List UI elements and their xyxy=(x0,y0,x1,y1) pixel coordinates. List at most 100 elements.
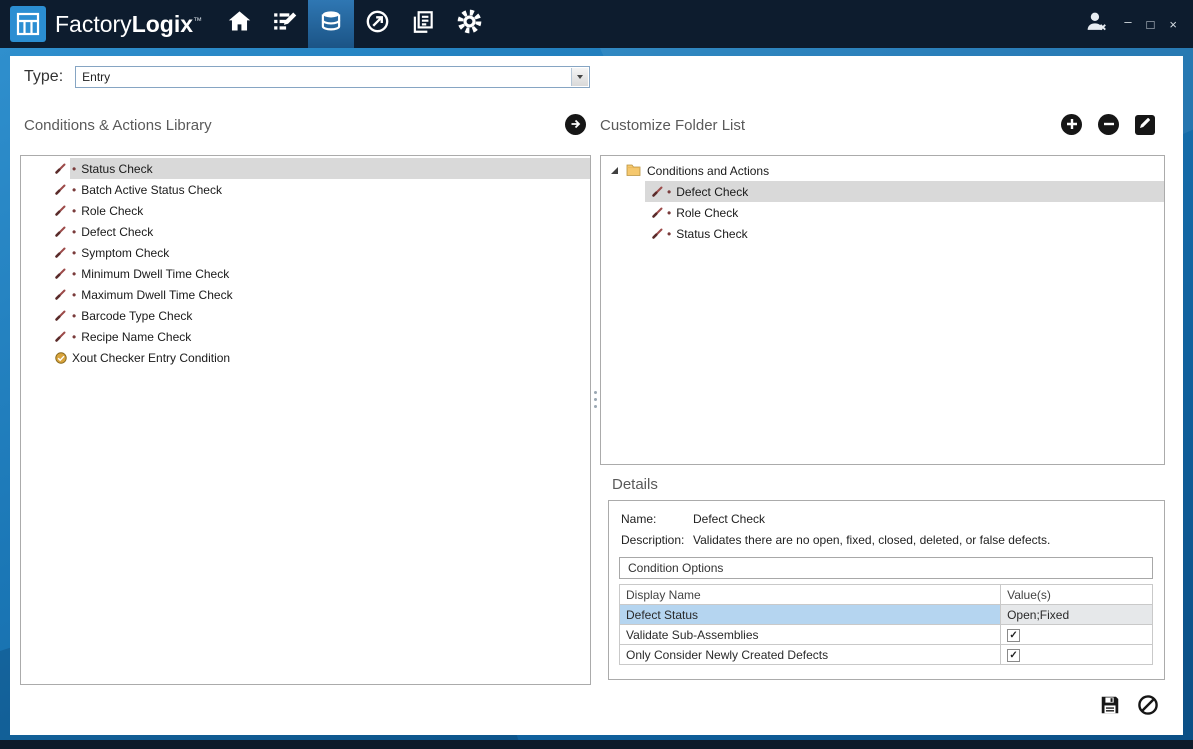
checkbox[interactable]: ✓ xyxy=(1007,649,1020,662)
bullet-icon: • xyxy=(72,162,76,176)
list-item-label: Batch Active Status Check xyxy=(81,183,222,197)
list-item-label: Xout Checker Entry Condition xyxy=(72,351,230,365)
tree-root-node[interactable]: Conditions and Actions xyxy=(601,160,1164,181)
dropdown-arrow-button[interactable] xyxy=(571,68,588,86)
navigate-icon xyxy=(364,8,391,40)
user-logout-button[interactable] xyxy=(1084,9,1109,39)
folder-toolbar xyxy=(1061,114,1155,135)
library-item[interactable]: • Barcode Type Check xyxy=(21,305,590,326)
bullet-icon: • xyxy=(72,246,76,260)
name-label: Name: xyxy=(621,512,693,526)
library-item[interactable]: • Batch Active Status Check xyxy=(21,179,590,200)
table-row[interactable]: Defect StatusOpen;Fixed xyxy=(620,605,1153,625)
documents-icon xyxy=(410,9,436,40)
bullet-icon: • xyxy=(667,227,671,241)
details-meta: Name: Defect Check Description: Validate… xyxy=(609,501,1164,547)
cancel-button[interactable] xyxy=(1137,694,1159,721)
edit-list-icon xyxy=(272,9,298,40)
list-item-label: Status Check xyxy=(676,227,747,241)
condition-icon xyxy=(51,162,70,175)
cell-value[interactable]: ✓ xyxy=(1001,645,1153,665)
chevron-down-icon xyxy=(577,75,583,79)
library-item-text: •Minimum Dwell Time Check xyxy=(70,263,590,284)
condition-icon xyxy=(51,267,70,280)
tree-item-text: •Role Check xyxy=(645,202,1164,223)
frame-bottom-strip xyxy=(0,740,1193,749)
nav-documents-button[interactable] xyxy=(400,0,446,48)
minus-icon xyxy=(1103,118,1115,132)
cell-display-name[interactable]: Only Consider Newly Created Defects xyxy=(620,645,1001,665)
list-item-label: Role Check xyxy=(81,204,143,218)
app-window: FactoryLogix™ – xyxy=(0,0,1193,749)
library-database-icon xyxy=(318,9,344,40)
cell-display-name[interactable]: Defect Status xyxy=(620,605,1001,625)
close-button[interactable]: × xyxy=(1169,18,1177,31)
add-folder-button[interactable] xyxy=(1061,114,1082,135)
panel-splitter[interactable] xyxy=(593,382,598,416)
condition-icon xyxy=(648,227,667,240)
pencil-icon xyxy=(1139,116,1151,134)
condition-icon xyxy=(51,309,70,322)
details-title: Details xyxy=(612,476,658,493)
library-item[interactable]: •Status Check xyxy=(21,158,590,179)
details-panel: Name: Defect Check Description: Validate… xyxy=(608,500,1165,680)
library-item[interactable]: •Role Check xyxy=(21,200,590,221)
description-label: Description: xyxy=(621,533,693,547)
home-icon xyxy=(226,8,253,40)
tree-item[interactable]: •Role Check xyxy=(601,202,1164,223)
tree-item[interactable]: • Status Check xyxy=(601,223,1164,244)
library-item[interactable]: •Recipe Name Check xyxy=(21,326,590,347)
bullet-icon: • xyxy=(72,309,76,323)
folder-icon xyxy=(626,163,641,179)
user-x-icon xyxy=(1084,9,1109,39)
save-button[interactable] xyxy=(1099,694,1121,721)
edit-folder-button[interactable] xyxy=(1135,115,1155,135)
cell-value[interactable]: ✓ xyxy=(1001,625,1153,645)
tree-expander-icon[interactable] xyxy=(611,167,618,174)
library-item[interactable]: •Symptom Check xyxy=(21,242,590,263)
checkbox[interactable]: ✓ xyxy=(1007,629,1020,642)
cell-display-name[interactable]: Validate Sub-Assemblies xyxy=(620,625,1001,645)
bullet-icon: • xyxy=(72,267,76,281)
table-row[interactable]: Only Consider Newly Created Defects ✓ xyxy=(620,645,1153,665)
bullet-icon: • xyxy=(72,183,76,197)
library-item[interactable]: Xout Checker Entry Condition xyxy=(21,347,590,368)
nav-navigate-button[interactable] xyxy=(354,0,400,48)
tree-root-label: Conditions and Actions xyxy=(647,164,769,178)
nav-library-button[interactable] xyxy=(308,0,354,48)
cell-value[interactable]: Open;Fixed xyxy=(1001,605,1153,625)
condition-icon xyxy=(648,185,667,198)
library-item-text: •Defect Check xyxy=(70,221,590,242)
library-item[interactable]: •Minimum Dwell Time Check xyxy=(21,263,590,284)
minimize-button[interactable]: – xyxy=(1124,15,1131,28)
library-item-text: •Role Check xyxy=(70,200,590,221)
condition-icon xyxy=(51,183,70,196)
column-header: Display Name xyxy=(620,585,1001,605)
type-dropdown[interactable]: Entry xyxy=(75,66,590,88)
nav-settings-button[interactable] xyxy=(446,0,492,48)
table-row[interactable]: Validate Sub-Assemblies ✓ xyxy=(620,625,1153,645)
type-label: Type: xyxy=(24,68,63,86)
list-item-label: Maximum Dwell Time Check xyxy=(81,288,232,302)
tree-item[interactable]: •Defect Check xyxy=(601,181,1164,202)
library-item[interactable]: •Maximum Dwell Time Check xyxy=(21,284,590,305)
move-to-folder-button[interactable] xyxy=(565,114,586,135)
remove-folder-button[interactable] xyxy=(1098,114,1119,135)
cancel-slash-icon xyxy=(1137,694,1159,721)
type-dropdown-value: Entry xyxy=(82,70,110,84)
tree-item-text: • Status Check xyxy=(645,223,1164,244)
nav-edit-list-button[interactable] xyxy=(262,0,308,48)
nav-home-button[interactable] xyxy=(216,0,262,48)
library-item[interactable]: •Defect Check xyxy=(21,221,590,242)
app-title: FactoryLogix™ xyxy=(55,11,202,38)
name-value: Defect Check xyxy=(693,512,765,526)
bullet-icon: • xyxy=(72,330,76,344)
library-panel-title: Conditions & Actions Library xyxy=(24,117,212,134)
library-item-text: Xout Checker Entry Condition xyxy=(70,347,590,368)
condition-icon xyxy=(51,246,70,259)
maximize-button[interactable]: □ xyxy=(1147,18,1155,31)
library-item-text: • Batch Active Status Check xyxy=(70,179,590,200)
plus-icon xyxy=(1066,118,1078,132)
main-nav xyxy=(216,0,492,48)
list-item-label: Barcode Type Check xyxy=(81,309,192,323)
